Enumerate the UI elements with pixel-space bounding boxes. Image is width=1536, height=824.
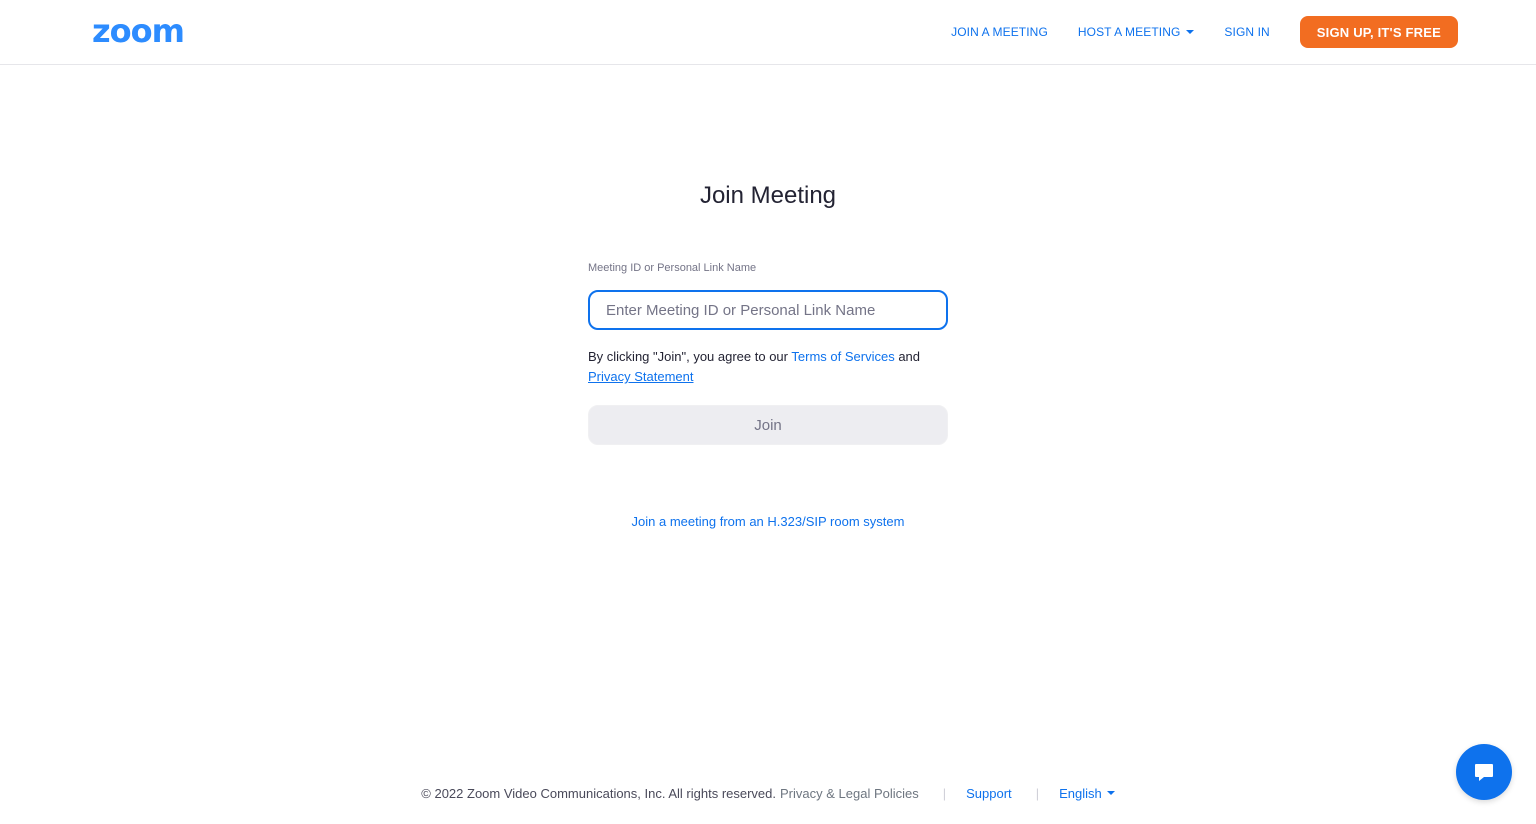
join-meeting-form: Meeting ID or Personal Link Name By clic…	[588, 262, 948, 445]
join-button[interactable]: Join	[588, 405, 948, 445]
caret-down-icon	[1186, 30, 1195, 34]
footer-divider: |	[1035, 785, 1040, 801]
language-label: English	[1059, 785, 1102, 801]
top-header: zoom JOIN A MEETING HOST A MEETING SIGN …	[0, 0, 1536, 65]
terms-of-services-link[interactable]: Terms of Services	[791, 349, 894, 364]
sip-link-container: Join a meeting from an H.323/SIP room sy…	[0, 514, 1536, 529]
chat-button[interactable]	[1456, 744, 1512, 800]
privacy-legal-link[interactable]: Privacy & Legal Policies	[780, 786, 919, 801]
meeting-id-input[interactable]	[588, 290, 948, 330]
zoom-logo[interactable]: zoom	[92, 15, 185, 47]
meeting-id-label: Meeting ID or Personal Link Name	[588, 262, 757, 274]
host-meeting-nav-link[interactable]: HOST A MEETING	[1078, 25, 1195, 39]
sign-up-button[interactable]: SIGN UP, IT'S FREE	[1299, 16, 1458, 48]
host-meeting-label: HOST A MEETING	[1077, 25, 1181, 39]
support-link[interactable]: Support	[966, 786, 1012, 801]
copyright-text: © 2022 Zoom Video Communications, Inc. A…	[421, 785, 777, 801]
join-meeting-nav-link[interactable]: JOIN A MEETING	[951, 25, 1048, 39]
top-nav: JOIN A MEETING HOST A MEETING SIGN IN SI…	[951, 16, 1458, 48]
caret-down-icon	[1106, 791, 1115, 795]
privacy-statement-link[interactable]: Privacy Statement	[588, 369, 694, 384]
agreement-and: and	[898, 349, 921, 364]
chat-bubble-icon	[1475, 764, 1493, 781]
agreement-text: By clicking "Join", you agree to our Ter…	[588, 347, 948, 387]
page-title: Join Meeting	[699, 182, 837, 209]
page-footer: © 2022 Zoom Video Communications, Inc. A…	[0, 783, 1536, 803]
footer-divider: |	[942, 785, 947, 801]
sip-room-system-link[interactable]: Join a meeting from an H.323/SIP room sy…	[632, 514, 905, 529]
agreement-prefix: By clicking "Join", you agree to our	[588, 349, 788, 364]
language-selector[interactable]: English	[1059, 786, 1115, 801]
sign-in-nav-link[interactable]: SIGN IN	[1224, 25, 1269, 39]
